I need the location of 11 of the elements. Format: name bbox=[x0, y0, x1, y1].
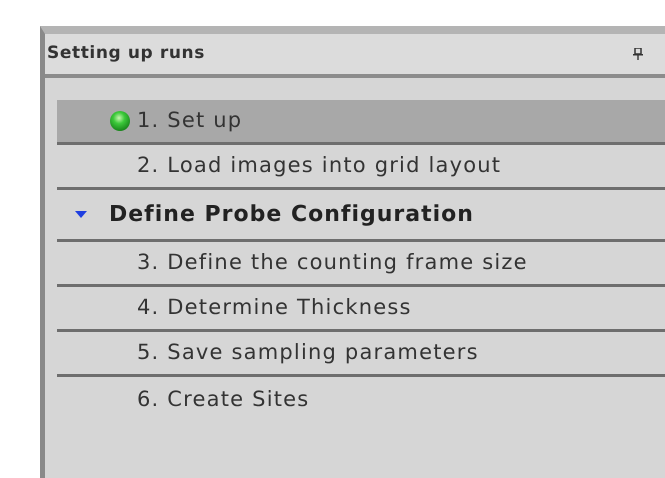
step-item[interactable]: 1. Set up bbox=[57, 100, 665, 145]
status-light-icon bbox=[109, 110, 131, 132]
pin-icon[interactable] bbox=[633, 48, 643, 60]
expanded-triangle-icon[interactable] bbox=[75, 210, 87, 220]
step-item[interactable]: 5. Save sampling parameters bbox=[57, 332, 665, 377]
step-item[interactable]: 4. Determine Thickness bbox=[57, 287, 665, 332]
panel-title: Setting up runs bbox=[47, 42, 206, 66]
step-item[interactable]: 2. Load images into grid layout bbox=[57, 145, 665, 190]
step-item[interactable]: 3. Define the counting frame size bbox=[57, 242, 665, 287]
group-header[interactable]: Define Probe Configuration bbox=[57, 190, 665, 242]
step-item[interactable]: 6. Create Sites bbox=[57, 377, 665, 422]
